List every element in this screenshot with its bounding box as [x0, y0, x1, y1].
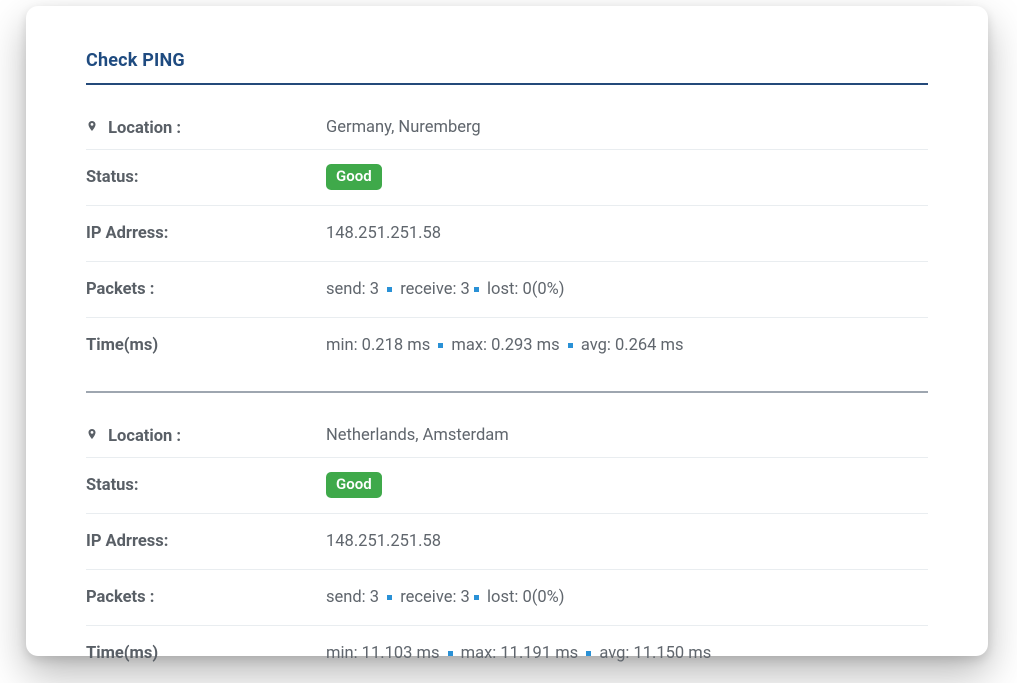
- label-ip: IP Adrress:: [86, 224, 168, 243]
- label-time: Time(ms): [86, 336, 158, 355]
- label-status: Status:: [86, 168, 139, 187]
- time-min: min: 0.218 ms: [326, 336, 430, 355]
- label-status: Status:: [86, 476, 139, 495]
- status-badge: Good: [326, 472, 382, 498]
- dot-separator-icon: [438, 343, 443, 348]
- packets-receive: receive: 3: [400, 588, 470, 607]
- value-location: Netherlands, Amsterdam: [326, 426, 509, 445]
- result-block: Location : Germany, Nuremberg Status: Go…: [86, 85, 928, 373]
- dot-separator-icon: [448, 651, 453, 656]
- packets-send: send: 3: [326, 588, 379, 607]
- value-ip: 148.251.251.58: [326, 532, 441, 551]
- time-max: max: 0.293 ms: [451, 336, 559, 355]
- label-location: Location :: [108, 119, 181, 138]
- time-avg: avg: 0.264 ms: [581, 336, 684, 355]
- dot-separator-icon: [474, 595, 479, 600]
- time-avg: avg: 11.150 ms: [599, 644, 711, 663]
- result-block: Location : Netherlands, Amsterdam Status…: [86, 393, 928, 681]
- value-ip: 148.251.251.58: [326, 224, 441, 243]
- dot-separator-icon: [387, 595, 392, 600]
- packets-send: send: 3: [326, 280, 379, 299]
- label-time: Time(ms): [86, 644, 158, 663]
- page-title: Check PING: [86, 50, 928, 83]
- label-packets: Packets :: [86, 280, 154, 299]
- ping-results-card: Check PING Location : Germany, Nuremberg…: [26, 6, 988, 656]
- location-pin-icon: [86, 426, 98, 442]
- label-ip: IP Adrress:: [86, 532, 168, 551]
- time-max: max: 11.191 ms: [461, 644, 579, 663]
- value-location: Germany, Nuremberg: [326, 118, 481, 137]
- packets-lost: lost: 0(0%): [487, 588, 564, 607]
- dot-separator-icon: [387, 287, 392, 292]
- label-packets: Packets :: [86, 588, 154, 607]
- status-badge: Good: [326, 164, 382, 190]
- packets-lost: lost: 0(0%): [487, 280, 564, 299]
- dot-separator-icon: [586, 651, 591, 656]
- packets-receive: receive: 3: [400, 280, 470, 299]
- dot-separator-icon: [474, 287, 479, 292]
- time-min: min: 11.103 ms: [326, 644, 439, 663]
- label-location: Location :: [108, 427, 181, 446]
- location-pin-icon: [86, 118, 98, 134]
- dot-separator-icon: [568, 343, 573, 348]
